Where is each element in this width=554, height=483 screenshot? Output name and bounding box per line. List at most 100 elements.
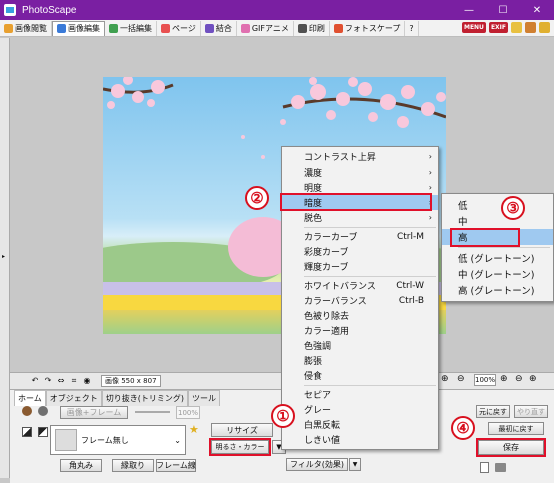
- menu-item[interactable]: カラー適用: [282, 323, 438, 338]
- tab-help[interactable]: ?: [405, 20, 419, 36]
- flip-icon[interactable]: ⇔: [56, 376, 66, 386]
- chevron-right-icon: ▸: [2, 253, 6, 260]
- menu-item[interactable]: セピア: [282, 387, 438, 402]
- round-corner-button[interactable]: 角丸み: [60, 459, 102, 472]
- zoom-left-icon[interactable]: ⊕: [441, 374, 449, 384]
- resize-button[interactable]: リサイズ: [211, 423, 273, 437]
- photoscape-icon: [333, 23, 343, 33]
- submenu-item-low-gray[interactable]: 低 (グレートーン): [442, 250, 553, 266]
- menu-item[interactable]: 輝度カーブ: [282, 259, 438, 274]
- menu-separator: [304, 385, 436, 386]
- menu-item[interactable]: しきい値: [282, 432, 438, 447]
- submenu-item-medium[interactable]: 中: [442, 213, 553, 229]
- submenu-item-high-gray[interactable]: 高 (グレートーン): [442, 282, 553, 298]
- save-icon[interactable]: [525, 22, 536, 33]
- menu-item[interactable]: 膨張: [282, 353, 438, 368]
- menu-item[interactable]: カラーカーブ Ctrl-M: [282, 229, 438, 244]
- brightness-context-menu: コントラスト上昇 › 濃度 › 明度 › 暗度 › 脱色 › カラーカーブ Ctrl-M 彩…: [281, 146, 439, 450]
- page-icon: [161, 23, 170, 33]
- folder-icon[interactable]: [511, 22, 522, 33]
- menu-item[interactable]: グレー: [282, 402, 438, 417]
- menu-item[interactable]: 脱色 ›: [282, 210, 438, 225]
- menu-item[interactable]: 侵食: [282, 368, 438, 383]
- zoom-level[interactable]: 100%: [474, 374, 496, 386]
- step-2-marker: ②: [245, 186, 269, 210]
- menu-badge[interactable]: MENU: [461, 22, 486, 33]
- percent-field[interactable]: 100%: [176, 406, 200, 419]
- frame-thumbnail: [55, 429, 77, 451]
- frame-slider[interactable]: [135, 411, 170, 413]
- filter-dropdown-button[interactable]: ▼: [349, 458, 361, 471]
- frame-select[interactable]: フレーム無し ⌄: [50, 425, 186, 455]
- gif-icon: [240, 23, 250, 33]
- step-1-marker: ①: [271, 404, 295, 428]
- left-panel-toggle[interactable]: ▸: [0, 38, 10, 478]
- tab-combine[interactable]: 結合: [201, 20, 237, 36]
- menu-item[interactable]: ホワイトバランス Ctrl-W: [282, 278, 438, 293]
- highlight-brightness-button: [209, 438, 271, 456]
- printer-icon[interactable]: [495, 463, 506, 472]
- zoom-out-small-icon[interactable]: ⊖: [515, 374, 523, 384]
- rotate-left-icon[interactable]: ↶: [30, 376, 40, 386]
- step-3-marker: ③: [501, 196, 525, 220]
- chevron-down-icon: ⌄: [174, 435, 181, 445]
- tab-object[interactable]: オブジェクト: [45, 390, 102, 406]
- brown-ball-icon[interactable]: [22, 406, 32, 416]
- tab-page[interactable]: ページ: [157, 20, 201, 36]
- menu-item[interactable]: 彩度カーブ: [282, 244, 438, 259]
- tab-crop[interactable]: 切り抜き(トリミング): [101, 390, 189, 406]
- crop-icon[interactable]: ⌗: [69, 376, 79, 386]
- editor-icon: [57, 24, 66, 33]
- tab-editor[interactable]: 画像編集: [52, 20, 105, 36]
- darkness-submenu: 低 中 高 低 (グレートーン) 中 (グレートーン) 高 (グレートーン): [441, 193, 554, 302]
- border-button[interactable]: 縁取り: [112, 459, 154, 472]
- menu-item[interactable]: 色被り除去: [282, 308, 438, 323]
- tab-print[interactable]: 印刷: [294, 20, 330, 36]
- title-bar: PhotoScape — ☐ ✕: [0, 0, 554, 20]
- tab-gif[interactable]: GIFアニメ: [237, 20, 294, 36]
- step-4-marker: ④: [451, 416, 475, 440]
- menu-item[interactable]: 濃度 ›: [282, 165, 438, 180]
- image-size-label: 画像 550 x 807: [101, 375, 161, 387]
- zoom-in-icon[interactable]: ⊕: [500, 374, 508, 384]
- settings-icon[interactable]: [539, 22, 550, 33]
- favorite-star-icon[interactable]: ★: [189, 423, 199, 436]
- fit-icon[interactable]: ⊕: [529, 374, 537, 384]
- batch-icon: [109, 23, 118, 33]
- top-right-icons: MENU EXIF: [461, 22, 550, 33]
- tab-tools[interactable]: ツール: [188, 390, 221, 406]
- exif-badge[interactable]: EXIF: [488, 22, 508, 33]
- mask-invert-icon[interactable]: [38, 427, 48, 437]
- camera-icon[interactable]: ◉: [82, 376, 92, 386]
- highlight-high: [450, 228, 520, 247]
- frame-value: フレーム無し: [81, 435, 129, 445]
- tab-batch[interactable]: 一括編集: [105, 20, 157, 36]
- menu-item[interactable]: コントラスト上昇 ›: [282, 149, 438, 164]
- triangle-down-icon: ▼: [352, 461, 358, 468]
- redo-button[interactable]: やり直す: [514, 405, 548, 418]
- image-frame-button[interactable]: 画像+フレーム: [60, 406, 128, 419]
- minimize-button[interactable]: —: [452, 0, 486, 20]
- close-button[interactable]: ✕: [520, 0, 554, 20]
- frame-line-button[interactable]: フレーム線: [156, 459, 196, 472]
- document-icon[interactable]: [480, 462, 489, 473]
- maximize-button[interactable]: ☐: [486, 0, 520, 20]
- gray-ball-icon[interactable]: [38, 406, 48, 416]
- tab-viewer[interactable]: 画像閲覧: [0, 20, 52, 36]
- help-icon: ?: [409, 23, 414, 33]
- menu-item[interactable]: 色強調: [282, 338, 438, 353]
- undo-all-button[interactable]: 最初に戻す: [488, 422, 544, 435]
- submenu-item-low[interactable]: 低: [442, 197, 553, 213]
- undo-button[interactable]: 元に戻す: [476, 405, 510, 418]
- filter-button[interactable]: フィルタ(効果): [286, 458, 348, 471]
- app-icon: [4, 4, 16, 16]
- submenu-item-medium-gray[interactable]: 中 (グレートーン): [442, 266, 553, 282]
- menu-item[interactable]: カラーバランス Ctrl-B: [282, 293, 438, 308]
- mask-icon[interactable]: [22, 427, 32, 437]
- zoom-out-icon[interactable]: ⊖: [457, 374, 465, 384]
- menu-item[interactable]: 白黒反転: [282, 417, 438, 432]
- tab-photoscape[interactable]: フォトスケープ: [330, 20, 406, 36]
- tab-home[interactable]: ホーム: [14, 390, 46, 406]
- menu-separator: [304, 276, 436, 277]
- rotate-right-icon[interactable]: ↷: [43, 376, 53, 386]
